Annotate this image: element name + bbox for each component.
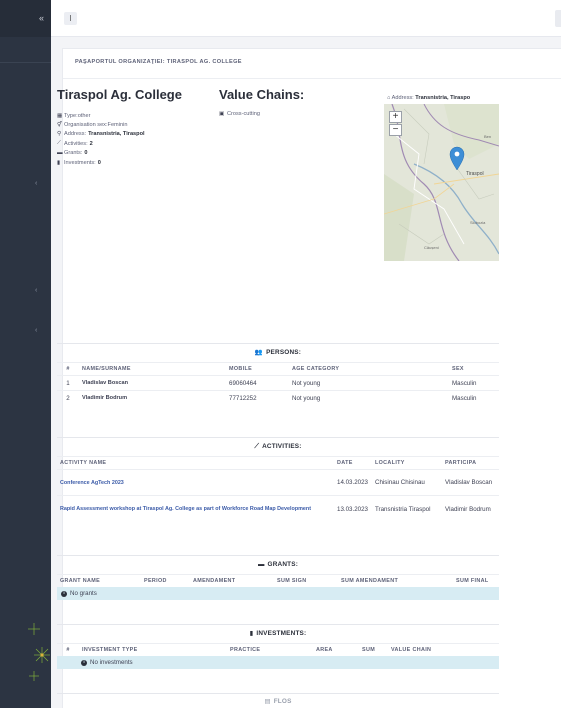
investments-table: ▮ INVESTMENTS: # INVESTMENT TYPE PRACTICE… bbox=[57, 624, 499, 669]
col-header: INVESTMENT TYPE bbox=[82, 647, 138, 653]
col-header: NAME/SURNAME bbox=[82, 366, 131, 372]
next-section: ▤ FLOS bbox=[57, 693, 499, 708]
org-activities: ⟋ Activities: 2 bbox=[57, 140, 93, 147]
table-row: Conference AgTech 2023 14.03.2023 Chisin… bbox=[57, 469, 499, 495]
map-label: Ben bbox=[484, 134, 491, 139]
col-header: SUM SIGN bbox=[277, 578, 307, 584]
sparkle-decoration-icon bbox=[28, 623, 50, 681]
org-sex: ⚥ Organisation sex: Feminin bbox=[57, 122, 128, 129]
investments-header-row: # INVESTMENT TYPE PRACTICE AREA SUM VALU… bbox=[57, 643, 499, 656]
no-grants-alert: i No grants bbox=[57, 587, 499, 600]
grants-header-row: GRANT NAME PERIOD AMENDAMENT SUM SIGN SU… bbox=[57, 574, 499, 587]
persons-header-row: # NAME/SURNAME MOBILE AGE CATEGORY SEX bbox=[57, 362, 499, 375]
location-map[interactable]: Tiraspol Ben Slobozia Căușeni + − bbox=[384, 104, 499, 261]
map-location-icon: ⌂ bbox=[387, 95, 391, 101]
col-header: SUM AMENDAMENT bbox=[341, 578, 399, 584]
info-circle-icon: i bbox=[81, 659, 87, 666]
grants-heading: ▬ GRANTS: bbox=[257, 561, 299, 568]
sidebar-toggle-button[interactable]: I bbox=[64, 12, 77, 25]
sidebar: « ‹ ‹ ‹ bbox=[0, 0, 51, 708]
info-circle-icon: i bbox=[61, 590, 67, 597]
sidebar-divider bbox=[0, 62, 51, 63]
money-bill-icon: ▬ bbox=[57, 150, 63, 157]
activity-link[interactable]: Conference AgTech 2023 bbox=[60, 480, 124, 486]
col-header: PARTICIPA bbox=[445, 460, 477, 466]
card-divider bbox=[63, 78, 561, 79]
topbar-edge-control[interactable] bbox=[555, 10, 561, 27]
chart-line-icon: ⟋ bbox=[254, 443, 260, 450]
grants-table: ▬ GRANTS: GRANT NAME PERIOD AMENDAMENT SU… bbox=[57, 555, 499, 600]
zoom-out-button[interactable]: − bbox=[389, 124, 402, 136]
book-icon: ▣ bbox=[219, 111, 225, 117]
col-header: VALUE CHAIN bbox=[391, 647, 432, 653]
col-header: MOBILE bbox=[229, 366, 253, 372]
value-chains-title: Value Chains: bbox=[219, 87, 305, 102]
wallet-icon: ▮ bbox=[249, 630, 254, 637]
activities-table: ⟋ ACTIVITIES: ACTIVITY NAME DATE LOCALITY… bbox=[57, 437, 499, 522]
no-investments-alert: i No investments bbox=[57, 656, 499, 669]
org-info: ▦ Type: other ⚥ Organisation sex: Femini… bbox=[57, 111, 207, 167]
map-label: Căușeni bbox=[424, 245, 439, 250]
org-name: Tiraspol Ag. College bbox=[57, 87, 182, 102]
col-header: SUM bbox=[362, 647, 376, 653]
col-header: GRANT NAME bbox=[60, 578, 101, 584]
col-header: ACTIVITY NAME bbox=[60, 460, 107, 466]
col-header: # bbox=[66, 366, 70, 372]
users-icon: 👥 bbox=[254, 349, 264, 356]
chevrons-left-icon[interactable]: « bbox=[39, 13, 44, 23]
table-row: 2 Vladimir Bodrum 77712252 Not young Mas… bbox=[57, 390, 499, 405]
page-title: PAŞAPORTUL ORGANIZAŢIEI: TIRASPOL AG. CO… bbox=[75, 59, 242, 65]
col-header: SEX bbox=[452, 366, 464, 372]
map-marker-icon: ⚲ bbox=[57, 131, 62, 138]
col-header: # bbox=[66, 647, 70, 653]
money-bill-icon: ▬ bbox=[257, 561, 265, 568]
next-section-heading: ▤ FLOS bbox=[264, 698, 292, 705]
chevron-left-icon[interactable]: ‹ bbox=[35, 180, 37, 187]
col-header: AMENDAMENT bbox=[193, 578, 236, 584]
persons-table: 👥 PERSONS: # NAME/SURNAME MOBILE AGE CATE… bbox=[57, 343, 499, 405]
chevron-left-icon[interactable]: ‹ bbox=[35, 287, 37, 294]
col-header: PRACTICE bbox=[230, 647, 261, 653]
value-chain-item: ▣ Cross-cutting bbox=[219, 111, 260, 117]
activities-header-row: ACTIVITY NAME DATE LOCALITY PARTICIPA bbox=[57, 456, 499, 469]
top-bar: I bbox=[51, 0, 561, 37]
org-address: ⚲ Address: Transnistria, Tiraspol bbox=[57, 131, 145, 138]
table-row: Rapid Assessment workshop at Tiraspol Ag… bbox=[57, 495, 499, 522]
investments-heading: ▮ INVESTMENTS: bbox=[249, 630, 307, 637]
col-header: AREA bbox=[316, 647, 333, 653]
org-type: ▦ Type: other bbox=[57, 112, 91, 119]
org-grants: ▬ Grants: 0 bbox=[57, 150, 88, 157]
wallet-icon: ▮ bbox=[57, 159, 61, 166]
building-icon: ▦ bbox=[57, 112, 63, 119]
table-row: 1 Vladislav Boscan 69060464 Not young Ma… bbox=[57, 375, 499, 390]
col-header: DATE bbox=[337, 460, 353, 466]
map-label: Slobozia bbox=[470, 220, 486, 225]
gender-icon: ⚥ bbox=[57, 122, 63, 129]
persons-heading: 👥 PERSONS: bbox=[254, 349, 302, 356]
activity-link[interactable]: Rapid Assessment workshop at Tiraspol Ag… bbox=[60, 506, 311, 512]
col-header: PERIOD bbox=[144, 578, 167, 584]
col-header: LOCALITY bbox=[375, 460, 405, 466]
col-header: SUM FINAL bbox=[456, 578, 489, 584]
chevron-left-icon[interactable]: ‹ bbox=[35, 327, 37, 334]
activities-heading: ⟋ ACTIVITIES: bbox=[254, 443, 302, 450]
list-icon: ▤ bbox=[264, 698, 271, 705]
zoom-in-button[interactable]: + bbox=[389, 111, 402, 123]
map-label: Tiraspol bbox=[466, 171, 484, 177]
chart-line-icon: ⟋ bbox=[57, 140, 61, 147]
org-investments: ▮ Investments: 0 bbox=[57, 159, 101, 166]
map-address: ⌂ Address: Transnistria, Tiraspo bbox=[387, 95, 471, 101]
col-header: AGE CATEGORY bbox=[292, 366, 340, 372]
